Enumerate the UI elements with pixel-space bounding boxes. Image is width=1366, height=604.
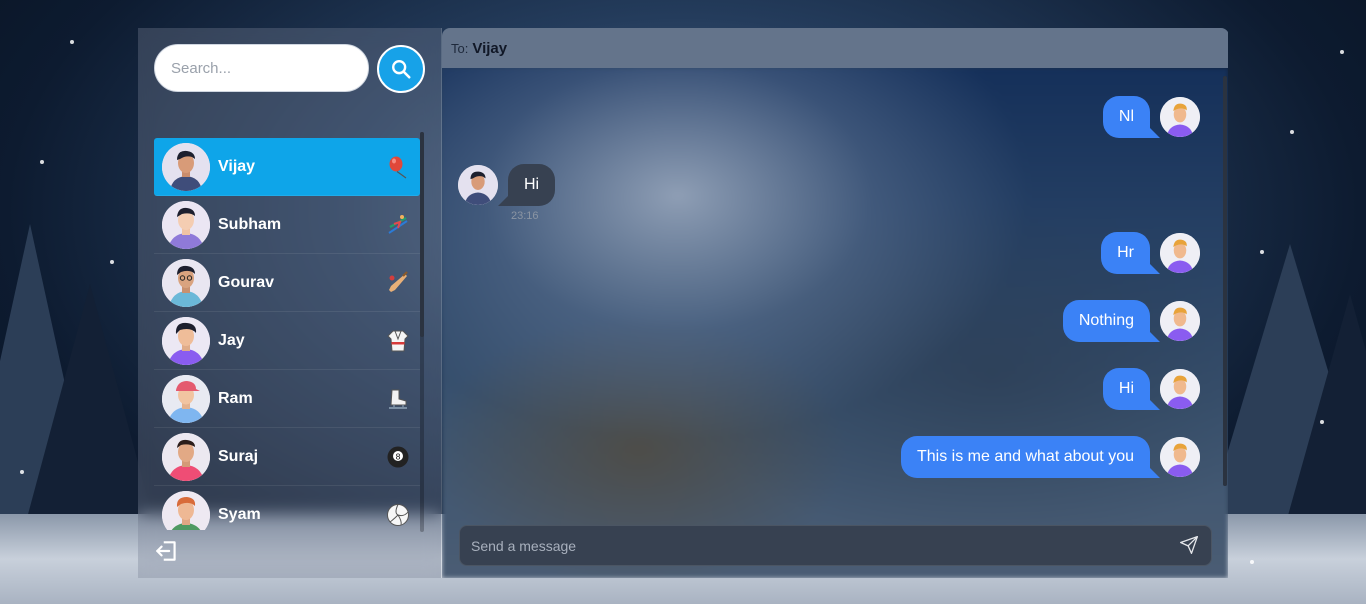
sender-avatar: [1160, 97, 1200, 137]
logout-button[interactable]: [154, 538, 180, 564]
pool-8-ball-icon: 8: [387, 446, 409, 468]
background-tree: [1280, 294, 1366, 544]
message-row-sent: Nothing: [1062, 300, 1200, 342]
cricket-bat-icon: [389, 271, 408, 292]
chat-panel: To: Vijay Nl Hi 23:16 Hr Nothing Hi This…: [441, 28, 1228, 578]
contact-avatar: [458, 165, 498, 205]
balloon-icon: [389, 156, 407, 179]
contact-list: Vijay Subham Gourav Jay Ram Suraj 8 Syam: [154, 138, 420, 530]
contact-item-syam[interactable]: Syam: [154, 486, 420, 530]
search-input[interactable]: [154, 44, 369, 92]
message-bubble-sent: Nothing: [1062, 300, 1161, 342]
message-bubble-sent: Hr: [1101, 232, 1160, 274]
send-icon: [1180, 536, 1198, 554]
snowflake: [1290, 130, 1294, 134]
message-list: Nl Hi 23:16 Hr Nothing Hi This is me and…: [442, 68, 1222, 518]
martial-arts-uniform-icon: [387, 330, 409, 352]
message-row-sent: Nl: [1102, 96, 1200, 138]
snowflake: [1320, 420, 1324, 424]
message-timestamp: 23:16: [511, 210, 539, 222]
avatar: [162, 432, 210, 481]
volleyball-icon: [387, 504, 409, 526]
message-row-sent: Hr: [1101, 232, 1200, 274]
avatar: [162, 374, 210, 423]
send-button[interactable]: [1179, 535, 1201, 557]
snowflake: [1340, 50, 1344, 54]
snowflake: [1250, 560, 1254, 564]
message-bubble-sent: This is me and what about you: [900, 436, 1161, 478]
contact-name: Jay: [218, 331, 245, 349]
to-label: To:: [451, 40, 469, 56]
logout-icon: [156, 541, 176, 561]
contact-item-suraj[interactable]: Suraj 8: [154, 428, 420, 486]
message-bubble-sent: Hi: [1102, 368, 1161, 410]
snowflake: [1260, 250, 1264, 254]
recipient-name: Vijay: [472, 39, 508, 57]
snowflake: [110, 260, 114, 264]
message-bubble-sent: Nl: [1102, 96, 1161, 138]
contact-list-scrollbar[interactable]: [420, 132, 424, 532]
message-input[interactable]: [460, 526, 1160, 565]
contact-name: Syam: [218, 505, 261, 523]
search-button[interactable]: [377, 45, 425, 93]
contact-name: Gourav: [218, 273, 275, 291]
contact-name: Ram: [218, 389, 253, 407]
snowflake: [70, 40, 74, 44]
avatar: [162, 258, 210, 307]
search-icon: [392, 60, 411, 79]
contact-item-ram[interactable]: Ram: [154, 370, 420, 428]
skier-icon: [388, 215, 408, 234]
contact-name: Suraj: [218, 447, 259, 465]
contact-name: Vijay: [218, 157, 256, 175]
sender-avatar: [1160, 301, 1200, 341]
scrollbar-thumb[interactable]: [420, 132, 424, 337]
svg-text:8: 8: [395, 453, 400, 462]
avatar: [162, 316, 210, 365]
chat-scrollbar[interactable]: [1223, 76, 1227, 486]
sender-avatar: [1160, 369, 1200, 409]
message-bubble-received: Hi: [497, 164, 556, 206]
contact-item-subham[interactable]: Subham: [154, 196, 420, 254]
avatar: [162, 142, 210, 191]
avatar: [162, 200, 210, 249]
sender-avatar: [1160, 437, 1200, 477]
chat-header: To: Vijay: [442, 28, 1228, 68]
ice-skate-icon: [389, 389, 407, 409]
snowflake: [20, 470, 24, 474]
message-row-sent: Hi: [1102, 368, 1200, 410]
message-row-sent: This is me and what about you: [900, 436, 1200, 478]
contact-name: Subham: [218, 215, 282, 233]
sender-avatar: [1160, 233, 1200, 273]
contacts-panel: Vijay Subham: [138, 28, 441, 578]
contact-item-vijay[interactable]: Vijay: [154, 138, 420, 196]
scrollbar-thumb[interactable]: [1223, 76, 1227, 486]
message-composer: [459, 525, 1212, 566]
snowflake: [40, 160, 44, 164]
avatar: [162, 490, 210, 530]
contact-item-jay[interactable]: Jay: [154, 312, 420, 370]
message-row-received: Hi: [458, 164, 556, 206]
contact-item-gourav[interactable]: Gourav: [154, 254, 420, 312]
